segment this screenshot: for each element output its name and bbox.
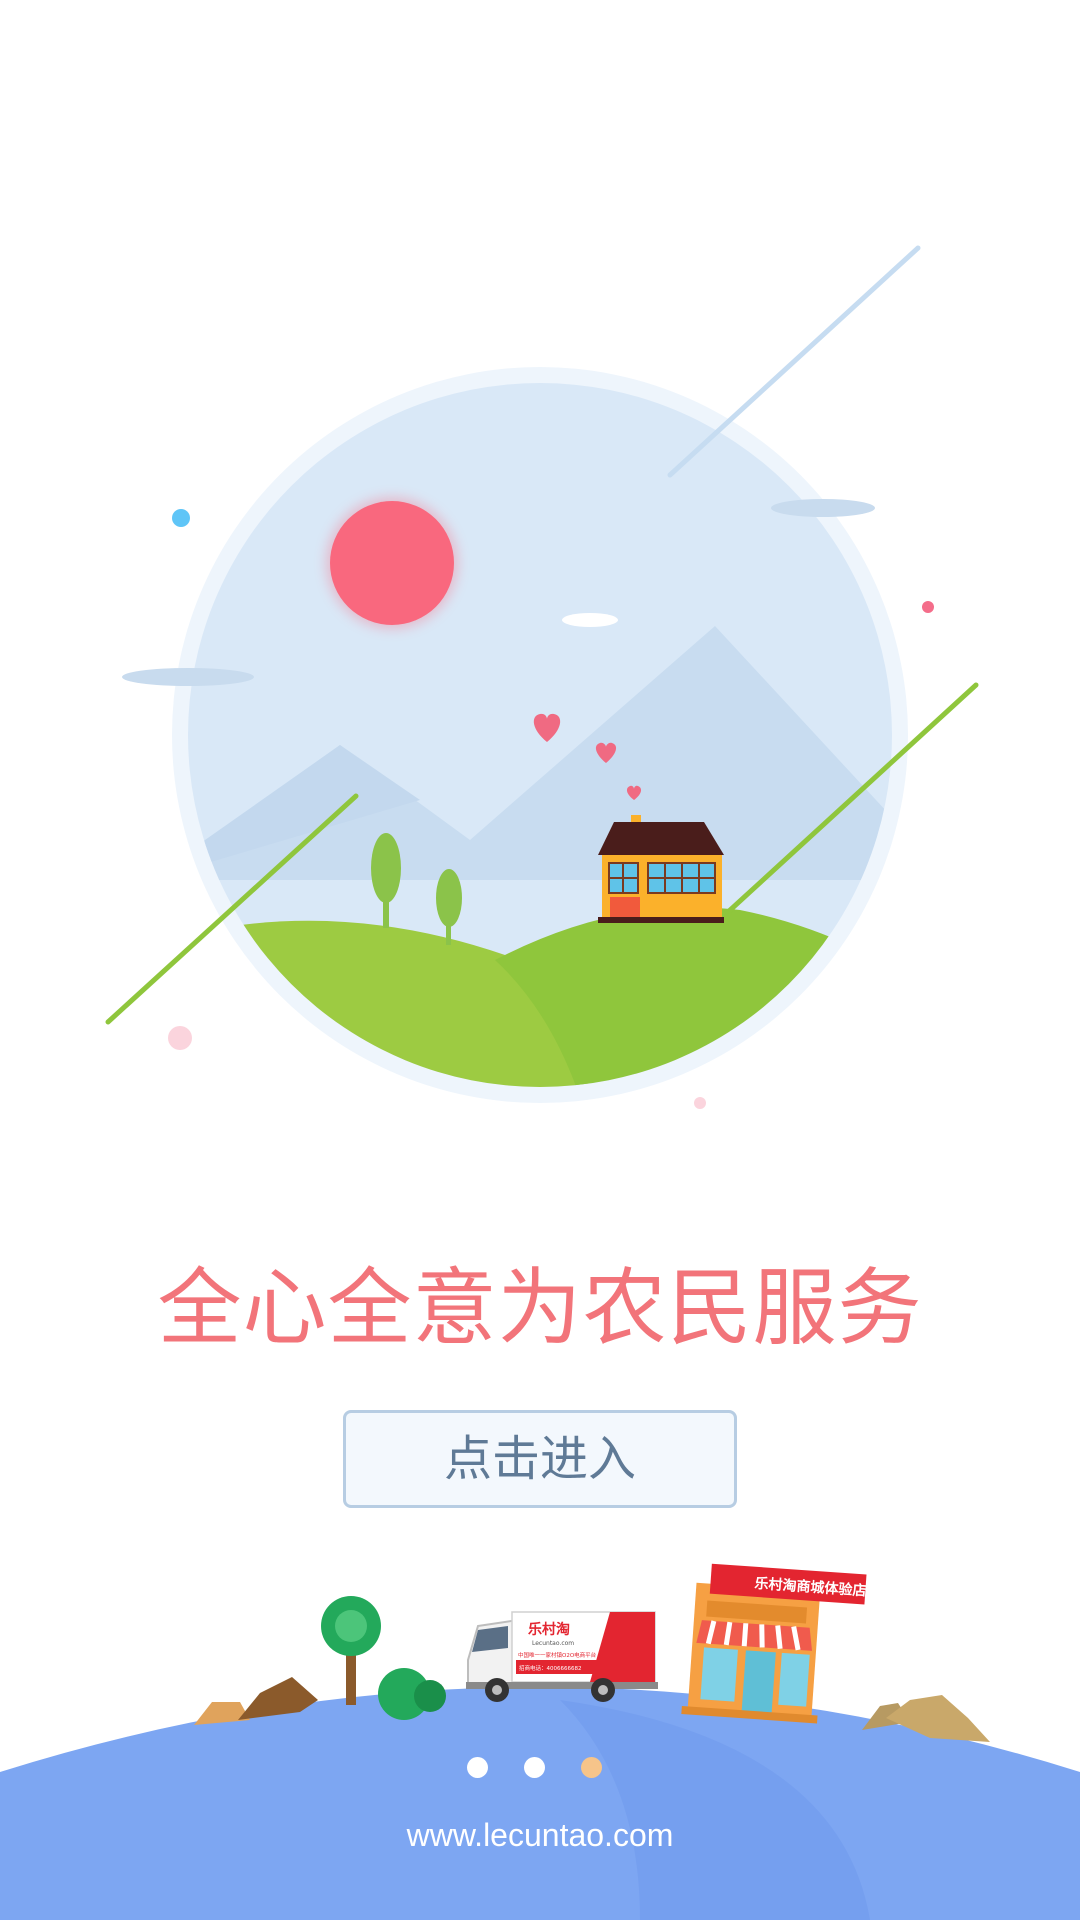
sun xyxy=(330,501,454,625)
bottom-scene: 乐村淘 Lecuntao.com 中国唯一一家村镇O2O电商平台 招商电话：40… xyxy=(0,1563,1080,1920)
site-url: www.lecuntao.com xyxy=(406,1817,674,1853)
small-cloud xyxy=(562,613,618,627)
splash-screen: 乐村淘 Lecuntao.com 中国唯一一家村镇O2O电商平台 招商电话：40… xyxy=(0,0,1080,1920)
enter-button[interactable]: 点击进入 xyxy=(343,1410,737,1508)
light-pink-dot xyxy=(168,1026,192,1050)
blue-streak xyxy=(667,245,921,478)
page-indicator xyxy=(467,1757,602,1779)
truck-phone: 招商电话：4006666682 xyxy=(519,1664,582,1672)
splash-illustration: 乐村淘 Lecuntao.com 中国唯一一家村镇O2O电商平台 招商电话：40… xyxy=(0,245,1080,1920)
blue-dot xyxy=(172,509,190,527)
page-dot-2[interactable] xyxy=(524,1757,545,1778)
small-pink-dot xyxy=(694,1097,706,1109)
cloud-left xyxy=(122,668,254,686)
truck-tagline: 中国唯一一家村镇O2O电商平台 xyxy=(518,1651,597,1659)
truck-domain: Lecuntao.com xyxy=(532,1640,574,1647)
truck-brand: 乐村淘 xyxy=(528,1621,570,1638)
page-dot-1[interactable] xyxy=(467,1757,488,1778)
experience-store: 乐村淘商城体验店 xyxy=(681,1563,867,1724)
page-dot-3[interactable] xyxy=(581,1757,602,1778)
slogan: 全心全意为农民服务 xyxy=(157,1259,923,1357)
delivery-truck: 乐村淘 Lecuntao.com 中国唯一一家村镇O2O电商平台 招商电话：40… xyxy=(466,1611,658,1702)
cloud-right xyxy=(771,499,875,517)
pink-dot xyxy=(922,601,934,613)
hero-scene xyxy=(105,245,979,1109)
house xyxy=(598,815,724,923)
